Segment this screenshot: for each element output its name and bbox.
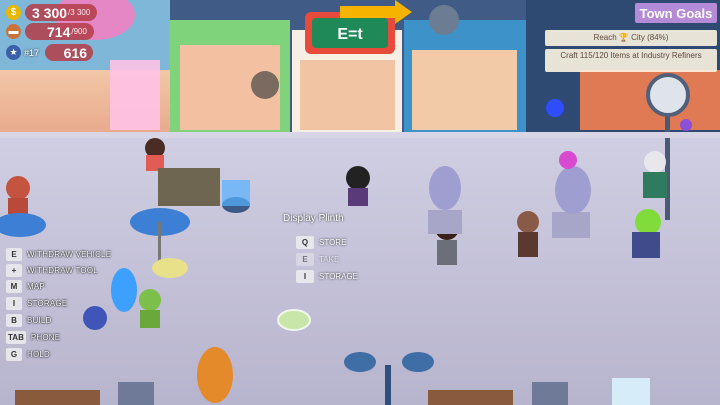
- key-hint: +: [6, 263, 22, 277]
- character-dark-hair: [145, 138, 165, 171]
- action-store[interactable]: Q STORE: [296, 235, 346, 249]
- character-bottom-orange: [197, 347, 233, 403]
- notice-board: [158, 168, 220, 206]
- street-lamp-left: [344, 352, 376, 372]
- control-build[interactable]: B BUILD: [6, 313, 52, 327]
- shop-cat-figure: [251, 71, 279, 99]
- wood-value: 714: [47, 23, 71, 40]
- balloon-purple: [680, 119, 692, 131]
- key-hint: I: [6, 296, 22, 310]
- level-energy: ★ #17 616: [6, 44, 94, 61]
- town-goals-title[interactable]: Town Goals: [635, 3, 717, 23]
- balloon-pink: [559, 151, 577, 169]
- level-icon: ★: [6, 45, 21, 60]
- action-label: TAKE: [319, 254, 340, 264]
- character-bear: [517, 211, 539, 257]
- coins-value: 3 300: [32, 4, 68, 21]
- level-number: #17: [24, 47, 40, 58]
- control-label: STORAGE: [27, 298, 68, 308]
- shop-center-interior: [300, 60, 395, 130]
- wood-icon: ▬: [6, 24, 21, 39]
- action-label: STORAGE: [319, 271, 358, 281]
- control-label: MAP: [27, 281, 45, 291]
- key-hint: Q: [296, 235, 314, 249]
- clock-face: [646, 73, 690, 117]
- character-white-hat: [643, 151, 667, 198]
- shop-sign-text: E=t: [337, 26, 363, 43]
- key-hint: E: [6, 247, 22, 261]
- shop-left-window: [110, 60, 160, 130]
- control-label: WITHDRAW TOOL: [27, 265, 98, 275]
- control-hold[interactable]: G HOLD: [6, 347, 50, 361]
- action-label: STORE: [319, 237, 347, 247]
- character-ninja: [346, 166, 370, 206]
- control-withdraw-vehicle[interactable]: E WITHDRAW VEHICLE: [6, 247, 111, 261]
- balloon-blue: [546, 99, 564, 117]
- control-label: HOLD: [27, 349, 51, 359]
- key-hint: TAB: [6, 330, 26, 344]
- planter-left: [118, 382, 154, 405]
- control-map[interactable]: M MAP: [6, 279, 45, 293]
- key-hint: B: [6, 313, 22, 327]
- coins-counter: $ 3 300 /3 300: [6, 4, 98, 21]
- control-label: PHONE: [30, 332, 61, 342]
- coin-icon: $: [6, 5, 21, 20]
- character-red-kid: [6, 176, 30, 214]
- cooler-box: [612, 378, 650, 405]
- wood-max: /900: [71, 27, 87, 36]
- statue-left: [428, 166, 462, 234]
- control-storage[interactable]: I STORAGE: [6, 296, 67, 310]
- control-label: WITHDRAW VEHICLE: [27, 249, 112, 259]
- display-plinth: [222, 180, 250, 213]
- character-green-alien: [632, 209, 661, 258]
- key-hint: I: [296, 269, 314, 283]
- key-hint: E: [296, 252, 314, 266]
- street-lamp-right: [402, 352, 434, 372]
- planter-right: [532, 382, 568, 405]
- street-lamp-post: [385, 365, 391, 405]
- interaction-marker: [277, 309, 311, 331]
- coins-max: /3 300: [68, 8, 91, 17]
- goal-reach-city: Reach 🏆 City (84%): [545, 30, 717, 46]
- action-storage[interactable]: I STORAGE: [296, 269, 358, 283]
- energy-value: 616: [63, 44, 88, 61]
- bench-right: [428, 390, 513, 405]
- goal-craft-items: Craft 115/120 Items at Industry Refiners: [545, 49, 717, 72]
- key-hint: G: [6, 347, 22, 361]
- action-take[interactable]: E TAKE: [296, 252, 339, 266]
- key-hint: M: [6, 279, 22, 293]
- shop-right-interior: [412, 50, 517, 130]
- wood-counter: ▬ 714 /900: [6, 23, 94, 40]
- plinth-title: Display Plinth: [283, 213, 344, 224]
- gear-decoration: [429, 5, 459, 35]
- control-phone[interactable]: TAB PHONE: [6, 330, 60, 344]
- control-withdraw-tool[interactable]: + WITHDRAW TOOL: [6, 263, 98, 277]
- curb: [0, 132, 720, 138]
- bench-left: [15, 390, 100, 405]
- control-label: BUILD: [27, 315, 52, 325]
- clock-post: [665, 110, 670, 220]
